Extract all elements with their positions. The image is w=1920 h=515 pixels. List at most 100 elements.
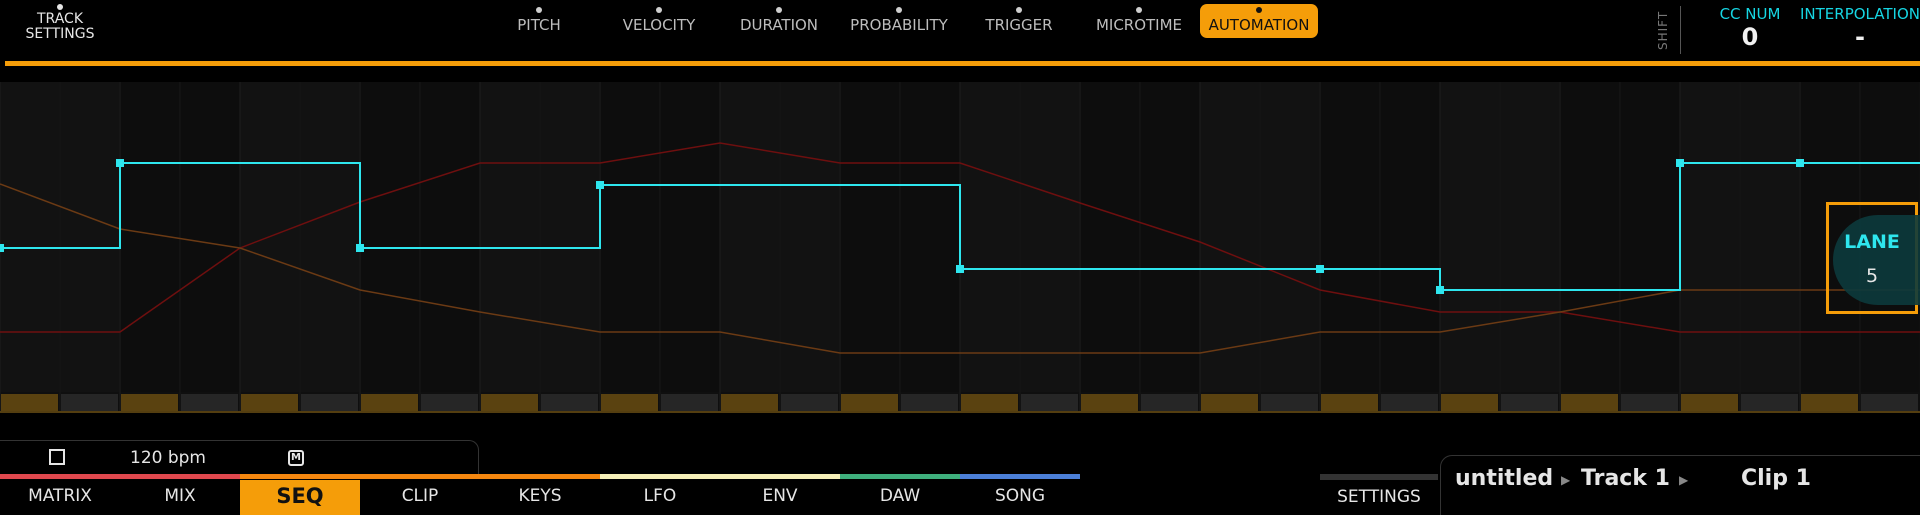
tab-label: AUTOMATION [1208,16,1310,34]
stripe-seq-clip-keys [240,474,600,479]
grid-column [1020,82,1079,392]
lane-value: 5 [1865,265,1879,287]
stripe-matrix-mix [0,474,240,479]
stop-checkbox-icon[interactable] [49,449,65,465]
transport-bar [0,440,479,475]
automation-canvas[interactable] [0,82,1920,413]
grid-column [1260,82,1319,392]
chevron-right-icon: ▶ [1679,473,1689,487]
lane-label: LANE [1844,231,1900,253]
step-block [781,394,838,411]
grid-column [660,82,719,392]
interpolation-value: - [1855,23,1865,51]
breadcrumb-clip[interactable]: Clip 1 [1741,466,1811,491]
tab-duration[interactable]: DURATION [720,4,838,38]
grid-column [780,82,839,392]
shift-indicator: SHIFT [1656,6,1696,54]
tab-automation[interactable]: AUTOMATION [1200,4,1318,38]
grid-column [0,82,59,392]
nav-mix[interactable]: MIX [120,480,240,515]
step-block [481,394,538,411]
nav-daw[interactable]: DAW [840,480,960,515]
nav-keys[interactable]: KEYS [480,480,600,515]
interpolation-control[interactable]: INTERPOLATION - [1800,5,1920,51]
breadcrumb-track[interactable]: Track 1 [1581,466,1670,491]
grid-column [180,82,239,392]
breadcrumb: untitled ▶ Track 1 ▶ Clip 1 [1440,455,1920,515]
tab-trigger[interactable]: TRIGGER [960,4,1078,38]
bpm-display[interactable]: 120 bpm [130,448,230,468]
grid-column [420,82,479,392]
interpolation-label: INTERPOLATION [1800,5,1920,23]
indicator-dot-icon [776,7,782,13]
step-block [241,394,298,411]
indicator-dot-icon [1256,7,1262,13]
grid-column [900,82,959,392]
nav-lfo[interactable]: LFO [600,480,720,515]
step-block [181,394,238,411]
step-block [61,394,118,411]
nav-matrix[interactable]: MATRIX [0,480,120,515]
indicator-dot-icon [896,7,902,13]
nav-song[interactable]: SONG [960,480,1080,515]
step-block [541,394,598,411]
settings-button[interactable]: SETTINGS [1320,474,1438,515]
tab-microtime[interactable]: MICROTIME [1080,4,1198,38]
step-block [961,394,1018,411]
automation-point [1316,265,1324,273]
grid-column [1500,82,1559,392]
automation-point [1796,159,1804,167]
step-block [1321,394,1378,411]
cc-num-control[interactable]: CC NUM 0 [1700,5,1800,51]
track-settings-label-2: SETTINGS [25,26,95,42]
track-settings-button[interactable]: TRACK SETTINGS [14,4,106,42]
stripe-lfo-env [600,474,840,479]
step-block [1681,394,1738,411]
step-block [1801,394,1858,411]
tab-velocity[interactable]: VELOCITY [600,4,718,38]
grid-column [1380,82,1439,392]
grid-column [1740,82,1799,392]
grid-column [360,82,419,392]
nav-clip[interactable]: CLIP [360,480,480,515]
step-block [1201,394,1258,411]
step-block [1081,394,1138,411]
breadcrumb-project[interactable]: untitled [1455,466,1553,491]
tab-pitch[interactable]: PITCH [480,4,598,38]
nav-seq[interactable]: SEQ [240,480,360,515]
tab-label: VELOCITY [622,16,696,34]
automation-grid[interactable] [0,82,1920,413]
step-block [901,394,958,411]
automation-point [116,159,124,167]
grid-column [1620,82,1679,392]
grid-column [1680,82,1739,392]
grid-column [1200,82,1259,392]
step-block [1,394,58,411]
tab-probability[interactable]: PROBABILITY [840,4,958,38]
shift-label: SHIFT [1656,10,1670,50]
tab-label: PROBABILITY [850,16,948,34]
step-block [1621,394,1678,411]
step-block [1381,394,1438,411]
step-block [1501,394,1558,411]
metronome-icon[interactable]: M [288,450,304,466]
tab-label: DURATION [739,16,819,34]
step-block [1441,394,1498,411]
grid-column [1320,82,1379,392]
step-block [301,394,358,411]
shift-divider [1680,6,1681,54]
grid-column [480,82,539,392]
automation-point [1676,159,1684,167]
timeline-bar [5,61,1920,66]
grid-column [540,82,599,392]
lane-selector[interactable]: LANE 5 [1826,202,1920,314]
indicator-dot-icon [1136,7,1142,13]
grid-column [1080,82,1139,392]
indicator-dot-icon [656,7,662,13]
grid-column [1140,82,1199,392]
step-block [1261,394,1318,411]
automation-point [596,181,604,189]
grid-column [720,82,779,392]
stripe-daw [840,474,960,479]
nav-env[interactable]: ENV [720,480,840,515]
